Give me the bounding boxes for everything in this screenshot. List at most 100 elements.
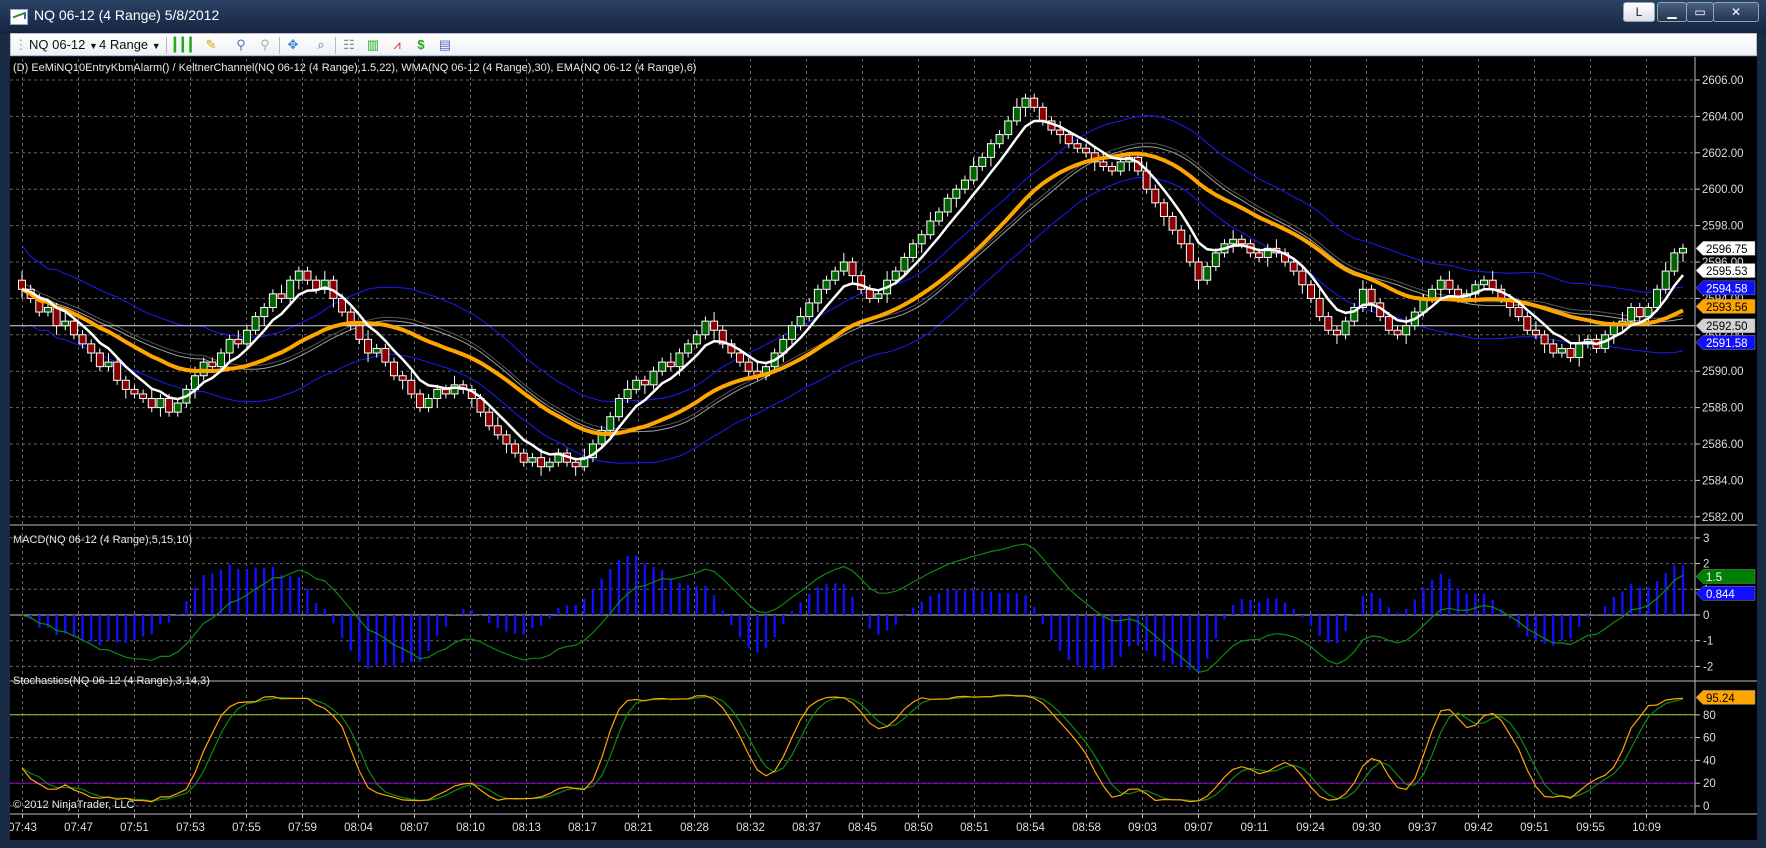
x-axis-label: 08:32 [736,822,765,834]
interval-selector[interactable]: 4 Range ▼ [99,37,161,53]
macd-bar [418,615,422,662]
macd-bar [271,566,275,615]
data-box-icon[interactable]: ☷ [341,37,357,53]
candle-down [381,347,390,363]
chart-trader-icon[interactable]: ▥ [365,37,381,53]
candle-up [995,134,1004,145]
candle-up [1012,106,1021,122]
macd-bar [1283,602,1287,615]
macd-bar [1603,605,1607,615]
candle-down [1185,243,1194,263]
macd-bar [444,615,448,627]
chart-area[interactable]: 07:43 07:47 07:51 07:53 07:55 07:59 08:04 08:07… [10,57,1757,840]
instrument-label: NQ 06-12 [29,37,86,52]
candle-down [1540,334,1549,345]
find-icon[interactable]: ⌕ [313,37,329,53]
candle-up [1557,347,1566,354]
macd-bar [436,615,439,636]
zoom-in-icon[interactable]: ⚲ [233,37,249,53]
candle-up [528,457,537,463]
close-button[interactable]: ✕ [1713,2,1759,22]
candle-up [545,461,554,468]
stoch-axis-label: 0 [1703,801,1709,813]
macd-bar [937,593,941,615]
candle-up [1402,325,1411,336]
macd-bar [652,567,655,615]
macd-bar [972,590,975,615]
macd-bar [124,615,128,644]
macd-bar [1534,615,1538,641]
candle-up [805,302,814,318]
x-axis-label: 08:51 [960,822,989,834]
macd-bar [626,555,629,615]
macd-bar [254,567,257,615]
macd-bar [859,613,863,615]
candlestick-style-icon[interactable]: ┃┃┃ [171,37,194,53]
macd-bar [989,591,993,615]
x-axis-label: 07:43 [10,822,37,834]
candle-down [234,338,243,345]
marker-value: 2596.75 [1706,244,1748,256]
candle-down [736,352,745,363]
x-axis-label: 08:54 [1016,822,1045,834]
candle-up [1116,161,1125,172]
candle-down [398,375,407,381]
macd-bar [1136,615,1140,646]
orders-icon[interactable]: $ [413,37,429,53]
maximize-button[interactable]: ▭ [1686,2,1714,22]
macd-bar [1638,587,1641,615]
candle-up [874,293,883,299]
macd-bar [98,615,102,646]
macd-bar [1404,608,1408,615]
macd-bar [911,607,915,615]
layout-button[interactable]: L [1623,2,1655,22]
macd-bar [150,615,153,635]
properties-icon[interactable]: ▤ [437,37,453,53]
stoch-marker: 95.24 [1695,690,1756,705]
candle-down [130,388,139,395]
marker-value: 2591.58 [1706,338,1748,350]
candle-down [502,434,511,445]
candle-down [1635,307,1644,318]
minimize-button[interactable]: ▁ [1657,2,1687,22]
macd-bar [107,615,110,641]
candle-up [614,398,623,418]
candle-down [1056,129,1065,136]
macd-bar [609,569,612,615]
macd-bar [600,578,603,615]
candle-up [104,361,113,368]
candle-up [1436,279,1445,290]
instrument-selector[interactable]: NQ 06-12 ▼ [29,37,98,53]
strategies-icon[interactable]: ⩘ [389,37,405,53]
macd-axis-label: -1 [1703,636,1713,648]
x-axis-label: 07:47 [64,822,93,834]
macd-axis-label: 2 [1703,559,1709,571]
zoom-out-icon[interactable]: ⚲ [257,37,273,53]
macd-bar [141,615,145,637]
candle-up [1670,252,1679,272]
macd-bar [90,615,93,643]
price-marker: 2591.58 [1695,335,1756,350]
macd-bar [64,615,67,634]
candle-down [519,452,528,463]
marker-tag [1695,569,1756,584]
x-axis-label: 08:04 [344,822,373,834]
macd-bar [176,614,179,615]
window-title: NQ 06-12 (4 Range) 5/8/2012 [34,7,220,23]
candle-down [511,443,520,454]
x-axis-label: 07:51 [120,822,149,834]
crosshair-icon[interactable]: ✥ [285,37,301,53]
macd-bar [981,591,984,615]
macd-bar [1612,597,1615,615]
macd-bar [358,615,361,662]
chart-canvas[interactable]: 07:43 07:47 07:51 07:53 07:55 07:59 08:04 08:07… [10,57,1757,840]
pencil-draw-icon[interactable]: ✎ [203,37,219,53]
macd-bar [72,615,76,638]
macd-bar [462,609,465,615]
marker-value: 0.844 [1706,589,1735,601]
candle-up [632,379,641,390]
macd-bar [583,599,586,615]
candle-up [1480,279,1489,286]
candle-up [986,143,995,158]
macd-bar [314,603,318,615]
